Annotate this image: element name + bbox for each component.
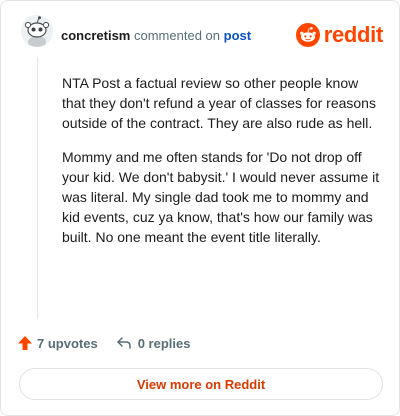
replies-count: 0 replies [137,335,191,351]
upvote-button[interactable]: 7 upvotes [17,335,98,351]
comment-header: concretism commented on post reddit [17,13,383,53]
comment-body: NTA Post a factual review so other peopl… [62,73,380,261]
upvote-count: 7 upvotes [37,335,98,351]
embedded-comment-card: concretism commented on post reddit NTA … [0,0,400,416]
reply-arrow-icon [116,337,131,349]
snoo-avatar-icon[interactable] [21,15,53,47]
upvote-arrow-icon [18,336,32,350]
username-link[interactable]: concretism [61,28,130,43]
replies-button[interactable]: 0 replies [116,335,191,351]
post-link[interactable]: post [224,28,251,43]
thread-line [37,57,38,319]
reddit-brand[interactable]: reddit [295,21,384,49]
comment-paragraph: Mommy and me often stands for 'Do not dr… [62,149,380,245]
commented-on-text: commented on [134,28,220,43]
comment-meta: concretism commented on post [61,28,251,44]
comment-actions: 7 upvotes 0 replies [17,333,190,353]
comment-paragraph: NTA Post a factual review so other peopl… [62,75,376,131]
view-more-button[interactable]: View more on Reddit [19,368,383,400]
reddit-logo-icon [295,23,320,47]
reddit-wordmark: reddit [323,22,384,47]
